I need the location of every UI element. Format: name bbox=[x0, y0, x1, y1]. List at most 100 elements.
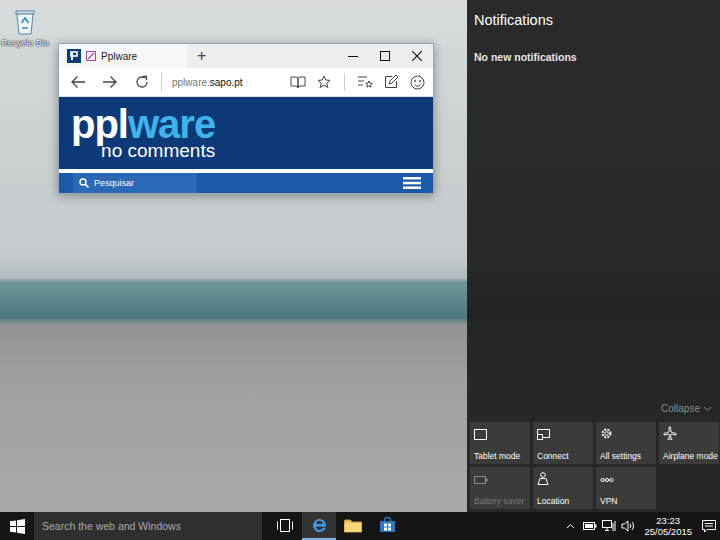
desktop-icon[interactable]: Recycle Bin bbox=[2, 6, 48, 48]
taskbar-app[interactable] bbox=[268, 512, 302, 540]
vpn-icon bbox=[600, 475, 614, 485]
new-tab-button[interactable]: + bbox=[187, 44, 216, 68]
chevron-down-icon bbox=[703, 406, 712, 412]
title-bar: Pplware + bbox=[59, 44, 433, 68]
logo-word: pplware bbox=[71, 105, 215, 143]
quick-action-tile[interactable]: Connect bbox=[533, 422, 593, 464]
empty-notifications: No new notifications bbox=[470, 28, 720, 63]
strip-spacer bbox=[197, 173, 403, 193]
tile-label: VPN bbox=[600, 496, 652, 506]
app-icon-holder bbox=[344, 518, 362, 533]
quick-action-tile[interactable]: All settings bbox=[596, 422, 656, 464]
magnifier-icon bbox=[79, 178, 89, 188]
separator bbox=[344, 73, 345, 91]
quick-action-tile[interactable]: Location bbox=[533, 467, 593, 509]
tab-title: Pplware bbox=[101, 51, 137, 62]
web-page: pplwareno comments Pesquisar bbox=[59, 97, 433, 193]
logo-part: ware bbox=[128, 102, 215, 146]
taskbar-app[interactable] bbox=[302, 512, 336, 540]
pinned-apps bbox=[268, 512, 404, 540]
tile-icon-row bbox=[537, 471, 589, 489]
address-subdomain: pplware. bbox=[172, 77, 210, 88]
tile-icon-row bbox=[474, 471, 526, 489]
action-center: NotificationsNo new notifications Collaps… bbox=[467, 0, 720, 512]
desktop: Recycle BinPplware+pplware.sapo.ptpplwar… bbox=[0, 0, 720, 512]
airplane-icon bbox=[663, 426, 677, 440]
address-domain: sapo.pt bbox=[210, 77, 243, 88]
quick-action-tile[interactable]: Airplane mode bbox=[659, 422, 719, 464]
tile-icon-row bbox=[537, 426, 589, 444]
battery-icon[interactable] bbox=[581, 512, 598, 540]
address-bar[interactable]: pplware.sapo.pt bbox=[172, 77, 284, 88]
quick-actions: Tablet mode Connect All settings Airplane m… bbox=[470, 422, 720, 509]
edge-icon bbox=[311, 517, 328, 534]
tile-icon-row bbox=[600, 471, 652, 489]
hamburger-menu-icon[interactable] bbox=[403, 173, 421, 193]
quick-action-tile[interactable]: Tablet mode bbox=[470, 422, 530, 464]
star-icon[interactable] bbox=[312, 70, 336, 94]
app-icon-holder bbox=[379, 517, 396, 533]
nav-bar: pplware.sapo.pt bbox=[59, 68, 433, 97]
clock[interactable]: 23:2325/05/2015 bbox=[638, 515, 698, 537]
pen-icon bbox=[86, 51, 96, 61]
chevron-up-icon[interactable] bbox=[562, 512, 579, 540]
site-search-text: Pesquisar bbox=[94, 178, 134, 188]
app-icon-holder bbox=[311, 517, 328, 534]
notification-icon[interactable] bbox=[700, 512, 717, 540]
taskbar: Search the web and Windows 23:2325/05/201… bbox=[0, 512, 720, 540]
taskbar-spacer bbox=[404, 512, 562, 540]
reading-view-icon[interactable] bbox=[286, 70, 310, 94]
windows-logo-icon[interactable] bbox=[0, 512, 34, 540]
quick-action-tile: Battery saver bbox=[470, 467, 530, 509]
tile-label: Connect bbox=[537, 451, 589, 461]
tile-icon-row bbox=[474, 426, 526, 444]
taskbar-search-placeholder: Search the web and Windows bbox=[42, 520, 181, 532]
explorer-icon bbox=[344, 518, 362, 533]
desktop-icon-label: Recycle Bin bbox=[1, 38, 49, 48]
hub-icon[interactable] bbox=[353, 70, 377, 94]
minimize-icon[interactable] bbox=[337, 44, 369, 68]
taskbar-app[interactable] bbox=[336, 512, 370, 540]
collapse-label: Collapse bbox=[661, 403, 700, 414]
taskbar-app[interactable] bbox=[370, 512, 404, 540]
tile-label: Airplane mode bbox=[663, 451, 715, 461]
settings-icon bbox=[600, 427, 613, 440]
site-header: pplwareno comments bbox=[59, 97, 433, 169]
maximize-icon[interactable] bbox=[369, 44, 401, 68]
logo-part: ppl bbox=[71, 102, 128, 146]
location-icon bbox=[537, 472, 549, 485]
connect-icon bbox=[537, 429, 551, 440]
collapse-button[interactable]: Collapse bbox=[470, 403, 720, 422]
favicon-icon bbox=[67, 49, 81, 63]
clock-date: 25/05/2015 bbox=[644, 526, 692, 537]
ac-spacer bbox=[470, 63, 720, 403]
site-logo[interactable]: pplwareno comments bbox=[71, 105, 215, 161]
site-nav-strip: Pesquisar bbox=[59, 173, 433, 193]
recycle-bin-icon bbox=[12, 6, 38, 36]
app-icon-holder bbox=[277, 519, 293, 532]
edge-window: Pplware + pplware.sapo.pt pplwareno comment… bbox=[58, 43, 434, 194]
refresh-icon[interactable] bbox=[127, 70, 157, 94]
separator bbox=[161, 73, 162, 91]
quick-action-tile[interactable]: VPN bbox=[596, 467, 656, 509]
close-icon[interactable] bbox=[401, 44, 433, 68]
action-center-title: Notifications bbox=[470, 0, 720, 28]
clock-time: 23:23 bbox=[656, 515, 680, 526]
tile-label: Tablet mode bbox=[474, 451, 526, 461]
tile-icon-row bbox=[663, 426, 715, 444]
taskview-icon bbox=[277, 519, 293, 532]
tile-label: Location bbox=[537, 496, 589, 506]
web-note-icon[interactable] bbox=[379, 70, 403, 94]
tile-label: All settings bbox=[600, 451, 652, 461]
back-arrow-icon[interactable] bbox=[63, 70, 93, 94]
logo-tagline: no comments bbox=[101, 141, 215, 161]
smiley-icon[interactable] bbox=[405, 70, 429, 94]
volume-icon[interactable] bbox=[619, 512, 636, 540]
site-search[interactable]: Pesquisar bbox=[73, 173, 197, 193]
taskbar-search[interactable]: Search the web and Windows bbox=[34, 512, 262, 540]
forward-arrow-icon[interactable] bbox=[95, 70, 125, 94]
title-spacer bbox=[216, 44, 337, 68]
browser-tab[interactable]: Pplware bbox=[59, 44, 187, 68]
tile-label: Battery saver bbox=[474, 496, 526, 506]
network-icon[interactable] bbox=[600, 512, 617, 540]
